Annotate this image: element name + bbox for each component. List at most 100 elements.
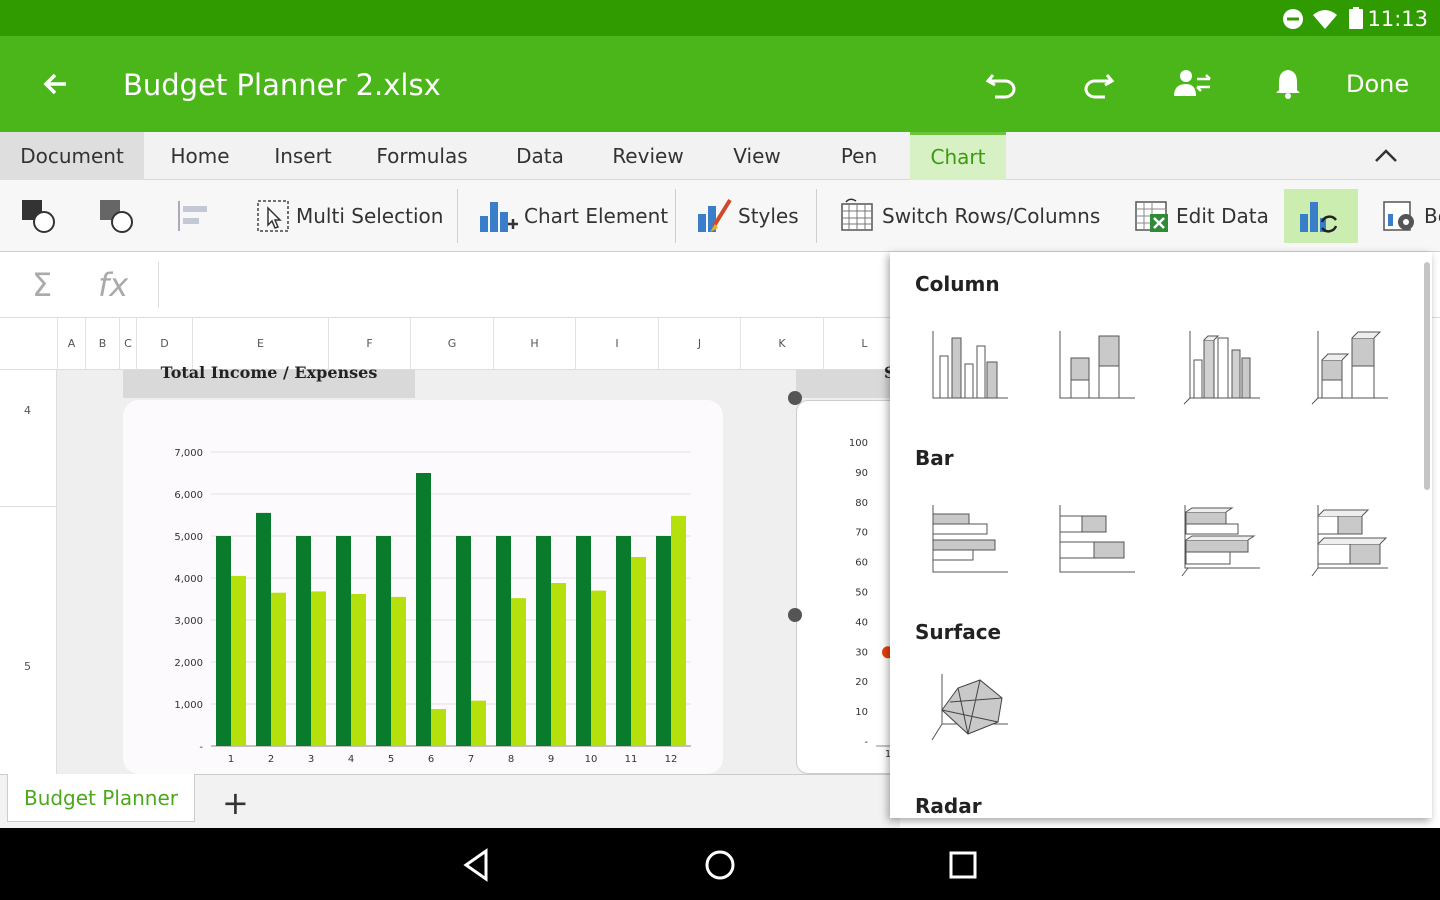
sheet-tab-budget-planner[interactable]: Budget Planner <box>7 774 195 822</box>
notification-bell-icon[interactable] <box>1266 62 1310 106</box>
styles-button[interactable]: Styles <box>696 180 799 252</box>
styles-brush-icon <box>698 198 732 232</box>
bar-series2 <box>311 591 326 746</box>
align-button <box>176 180 218 252</box>
change-chart-type-button[interactable] <box>1298 180 1348 252</box>
bar-series2 <box>351 593 366 746</box>
bar-3d-stacked-thumb[interactable] <box>1308 500 1390 582</box>
chart-type-dropdown: Column Bar Surface Radar <box>890 252 1432 818</box>
y-tick-label: 90 <box>855 468 868 479</box>
resize-handle-left[interactable] <box>788 608 802 622</box>
switch-rows-columns-button[interactable]: Switch Rows/Columns <box>840 180 1100 252</box>
bar-series2 <box>511 598 526 746</box>
bar-series2 <box>671 515 686 746</box>
column-header[interactable]: A <box>57 318 85 370</box>
income-expenses-chart[interactable]: -1,0002,0003,0004,0005,0006,0007,0001 2 3 4… <box>123 400 723 774</box>
column-clustered-thumb[interactable] <box>928 326 1010 408</box>
x-tick-label: 9 <box>548 754 554 765</box>
tab-view[interactable]: View <box>722 132 792 180</box>
formula-input[interactable] <box>160 252 890 318</box>
add-sheet-button[interactable]: + <box>222 784 249 822</box>
tab-review[interactable]: Review <box>604 132 692 180</box>
status-bar: 11:13 <box>0 0 1440 36</box>
app-bar: Budget Planner 2.xlsx Done <box>0 36 1440 132</box>
bar-series2 <box>271 592 286 746</box>
column-header[interactable]: B <box>85 318 119 370</box>
column-header[interactable]: J <box>658 318 740 370</box>
bar-series1 <box>656 536 671 746</box>
nav-back-icon[interactable] <box>458 846 496 884</box>
nav-home-icon[interactable] <box>701 846 739 884</box>
autosum-button[interactable]: Σ <box>32 266 52 304</box>
y-tick-label: 2,000 <box>174 658 203 669</box>
shape-fill-button[interactable] <box>20 180 62 252</box>
done-button[interactable]: Done <box>1346 70 1409 98</box>
multi-selection-button[interactable]: Multi Selection <box>256 180 443 252</box>
edit-data-button[interactable]: Edit Data <box>1134 180 1269 252</box>
redo-icon[interactable] <box>1075 62 1119 106</box>
tab-pen[interactable]: Pen <box>828 132 890 180</box>
edit-data-icon <box>1135 201 1168 232</box>
row-header[interactable]: 5 <box>24 660 31 673</box>
x-tick-label: 4 <box>348 754 354 765</box>
multi-selection-label: Multi Selection <box>296 204 444 228</box>
dropdown-scrollbar[interactable] <box>1424 262 1430 490</box>
change-chart-type-icon <box>1300 202 1338 233</box>
nav-recents-icon[interactable] <box>944 846 982 884</box>
resize-handle-top-left[interactable] <box>788 391 802 405</box>
bar-series1 <box>576 536 591 746</box>
scatter-chart-partial[interactable]: -1020304050607080901001 <box>796 400 900 774</box>
surface-3d-thumb[interactable] <box>928 668 1010 750</box>
x-tick-label: 8 <box>508 754 514 765</box>
y-tick-label: 7,000 <box>174 448 203 459</box>
do-not-disturb-icon <box>1283 9 1303 29</box>
edit-data-label: Edit Data <box>1176 204 1269 228</box>
tab-formulas[interactable]: Formulas <box>366 132 478 180</box>
shape-outline-icon <box>100 200 133 233</box>
bar-series2 <box>431 709 446 746</box>
bar-stacked-thumb[interactable] <box>1055 500 1137 582</box>
chart-settings-button[interactable]: Be <box>1382 180 1440 252</box>
y-tick-label: 100 <box>849 438 868 449</box>
system-nav-bar <box>0 828 1440 900</box>
chart-title: Total Income / Expenses <box>160 363 378 382</box>
bar-clustered-thumb[interactable] <box>928 500 1010 582</box>
tab-document[interactable]: Document <box>0 132 144 180</box>
ribbon-tabs: Document Home Insert Formulas Data Revie… <box>0 132 1440 180</box>
bar-series2 <box>551 583 566 746</box>
document-title: Budget Planner 2.xlsx <box>123 68 441 102</box>
undo-icon[interactable] <box>981 62 1025 106</box>
function-button[interactable]: fx <box>98 266 128 304</box>
x-tick-label: 12 <box>665 754 678 765</box>
row-header[interactable]: 4 <box>24 404 31 417</box>
column-3d-clustered-thumb[interactable] <box>1180 326 1262 408</box>
column-header[interactable]: G <box>410 318 493 370</box>
column-stacked-thumb[interactable] <box>1055 326 1137 408</box>
y-tick-label: 1,000 <box>174 700 203 711</box>
shape-outline-button[interactable] <box>98 180 140 252</box>
toolbar-items: Multi Selection Chart Element Styles Swi… <box>0 180 1440 252</box>
select-all-corner[interactable] <box>0 318 57 370</box>
column-header[interactable]: K <box>740 318 823 370</box>
bar-series1 <box>256 512 271 746</box>
column-header[interactable]: I <box>575 318 658 370</box>
bar-series1 <box>336 536 351 746</box>
chart-settings-label: Be <box>1424 204 1440 228</box>
y-tick-label: - <box>864 737 868 748</box>
tab-insert[interactable]: Insert <box>264 132 342 180</box>
tab-chart[interactable]: Chart <box>910 132 1006 180</box>
collapse-ribbon-icon[interactable] <box>1374 148 1398 164</box>
chart-element-button[interactable]: Chart Element <box>478 180 668 252</box>
column-3d-stacked-thumb[interactable] <box>1308 326 1390 408</box>
share-users-icon[interactable] <box>1170 62 1214 106</box>
bar-series1 <box>416 473 431 746</box>
bar-series1 <box>216 536 231 746</box>
back-arrow-icon[interactable] <box>36 62 80 106</box>
y-tick-label: 6,000 <box>174 490 203 501</box>
bar-3d-clustered-thumb[interactable] <box>1180 500 1262 582</box>
section-surface: Surface <box>915 620 1002 644</box>
tab-home[interactable]: Home <box>158 132 242 180</box>
tab-data[interactable]: Data <box>506 132 574 180</box>
column-header[interactable]: H <box>493 318 575 370</box>
bar-series1 <box>376 536 391 746</box>
